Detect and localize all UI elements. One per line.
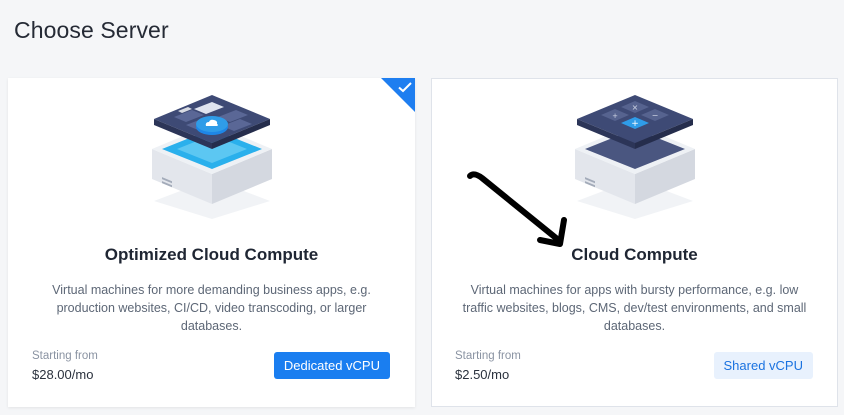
card-description: Virtual machines for apps with bursty pe…	[462, 283, 807, 333]
price: $28.00/mo	[32, 367, 94, 382]
server-option-optimized-cloud-compute[interactable]: Optimized Cloud Compute Virtual machines…	[8, 78, 415, 407]
server-chip-illustration-icon	[151, 95, 272, 219]
server-calculator-illustration-icon: × + − +	[574, 95, 695, 219]
shared-vcpu-badge: Shared vCPU	[713, 352, 813, 379]
page-title: Choose Server	[14, 17, 169, 43]
svg-text:−: −	[651, 111, 658, 120]
hand-drawn-arrow-icon	[467, 171, 567, 247]
svg-text:×: ×	[631, 103, 638, 112]
checkmark-icon	[398, 82, 412, 93]
starting-from-label: Starting from	[32, 350, 98, 362]
svg-text:+: +	[631, 119, 639, 129]
card-title: Optimized Cloud Compute	[104, 245, 319, 264]
starting-from-label: Starting from	[455, 350, 521, 362]
svg-text:+: +	[612, 112, 618, 120]
dedicated-vcpu-badge: Dedicated vCPU	[273, 352, 390, 379]
price: $2.50/mo	[455, 367, 510, 382]
card-description: Virtual machines for more demanding busi…	[52, 283, 371, 333]
selected-indicator	[381, 78, 415, 112]
